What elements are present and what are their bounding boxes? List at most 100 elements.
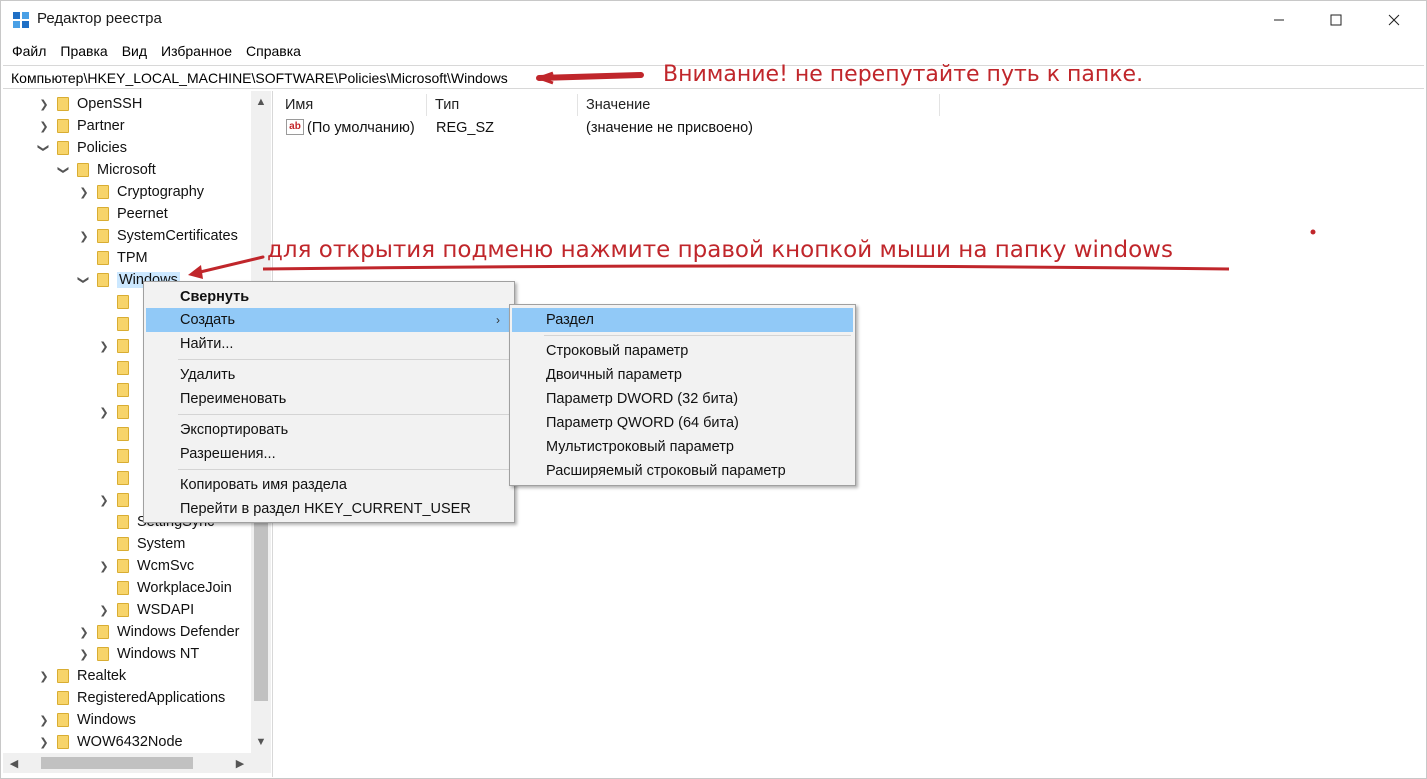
chevron-right-icon[interactable]: ❯ xyxy=(77,185,91,199)
tree-item-hidden[interactable]: ❯ xyxy=(97,335,137,357)
submenu-dword-value[interactable]: Параметр DWORD (32 бита) xyxy=(512,387,853,411)
chevron-right-icon[interactable]: ❯ xyxy=(97,603,111,617)
tree-item-wcmsvc[interactable]: ❯ WcmSvc xyxy=(97,555,194,577)
ctx-delete[interactable]: Удалить xyxy=(146,363,512,387)
submenu-expandable-string-value[interactable]: Расширяемый строковый параметр xyxy=(512,459,853,483)
tree-item-windows-nt[interactable]: ❯ Windows NT xyxy=(77,643,199,665)
column-header-type[interactable]: Тип xyxy=(427,94,578,116)
submenu-string-value[interactable]: Строковый параметр xyxy=(512,339,853,363)
close-button[interactable] xyxy=(1369,1,1419,39)
chevron-right-icon[interactable]: ❯ xyxy=(37,669,51,683)
chevron-right-icon[interactable]: ❯ xyxy=(97,493,111,507)
ctx-copy-key-name[interactable]: Копировать имя раздела xyxy=(146,473,512,497)
tree-item-hidden[interactable] xyxy=(97,313,137,335)
tree-item-partner[interactable]: ❯ Partner xyxy=(37,115,124,137)
minimize-button[interactable] xyxy=(1254,1,1304,39)
tree-connector xyxy=(97,295,111,309)
folder-icon xyxy=(117,559,129,573)
registry-editor-window: Редактор реестра Файл Правка Вид Избранн… xyxy=(0,0,1427,779)
chevron-right-icon[interactable]: ❯ xyxy=(77,625,91,639)
registry-editor-icon xyxy=(13,12,29,28)
tree-item-hidden[interactable] xyxy=(97,357,137,379)
tree-item-label: Realtek xyxy=(77,668,127,684)
tree-item-workplacejoin[interactable]: WorkplaceJoin xyxy=(97,577,232,599)
chevron-down-icon[interactable]: ❯ xyxy=(57,163,71,177)
menu-favorites[interactable]: Избранное xyxy=(154,41,239,63)
scroll-left-icon[interactable]: ◀ xyxy=(5,755,23,771)
chevron-down-icon[interactable]: ❯ xyxy=(37,141,51,155)
tree-item-system[interactable]: System xyxy=(97,533,185,555)
value-name[interactable]: (По умолчанию) xyxy=(307,120,415,136)
chevron-right-icon[interactable]: ❯ xyxy=(37,97,51,111)
ctx-goto-hkcu[interactable]: Перейти в раздел HKEY_CURRENT_USER xyxy=(146,497,512,521)
submenu-qword-value[interactable]: Параметр QWORD (64 бита) xyxy=(512,411,853,435)
folder-icon xyxy=(77,163,89,177)
chevron-right-icon[interactable]: ❯ xyxy=(37,119,51,133)
chevron-right-icon[interactable]: ❯ xyxy=(77,229,91,243)
scroll-up-icon[interactable]: ▲ xyxy=(252,94,270,110)
tree-hscroll-thumb[interactable] xyxy=(41,757,193,769)
ctx-rename[interactable]: Переименовать xyxy=(146,387,512,411)
menu-edit[interactable]: Правка xyxy=(53,41,114,63)
tree-item-openssh[interactable]: ❯ OpenSSH xyxy=(37,93,142,115)
tree-item-label: Peernet xyxy=(117,206,168,222)
minimize-icon xyxy=(1274,19,1284,21)
menu-file[interactable]: Файл xyxy=(5,41,53,63)
menu-separator xyxy=(178,469,510,470)
ctx-create[interactable]: Создать › xyxy=(146,308,512,332)
maximize-button[interactable] xyxy=(1311,1,1361,39)
column-header-name[interactable]: Имя xyxy=(277,94,427,116)
tree-item-hidden[interactable] xyxy=(97,423,137,445)
chevron-right-icon[interactable]: ❯ xyxy=(97,339,111,353)
tree-item-label: WSDAPI xyxy=(137,602,195,618)
folder-icon xyxy=(97,185,109,199)
folder-icon xyxy=(97,273,109,287)
tree-item-hidden[interactable]: ❯ xyxy=(97,401,137,423)
chevron-right-icon: › xyxy=(496,313,500,327)
chevron-right-icon[interactable]: ❯ xyxy=(37,713,51,727)
tree-item-wow6432node[interactable]: ❯ WOW6432Node xyxy=(37,731,182,753)
chevron-right-icon[interactable]: ❯ xyxy=(77,647,91,661)
chevron-right-icon[interactable]: ❯ xyxy=(97,559,111,573)
folder-icon xyxy=(117,471,129,485)
address-path[interactable]: Компьютер\HKEY_LOCAL_MACHINE\SOFTWARE\Po… xyxy=(11,70,508,86)
tree-item-hidden[interactable] xyxy=(97,291,137,313)
submenu-binary-value[interactable]: Двоичный параметр xyxy=(512,363,853,387)
tree-item-realtek[interactable]: ❯ Realtek xyxy=(37,665,126,687)
tree-item-hidden[interactable] xyxy=(97,445,137,467)
scroll-right-icon[interactable]: ▶ xyxy=(231,755,249,771)
column-header-value[interactable]: Значение xyxy=(578,94,940,116)
tree-item-tpm[interactable]: TPM xyxy=(77,247,148,269)
tree-item-microsoft[interactable]: ❯ Microsoft xyxy=(57,159,156,181)
folder-icon xyxy=(117,515,129,529)
tree-item-wsdapi[interactable]: ❯ WSDAPI xyxy=(97,599,194,621)
ctx-find[interactable]: Найти... xyxy=(146,332,512,356)
submenu-key[interactable]: Раздел xyxy=(512,308,853,332)
tree-item-label: Policies xyxy=(77,140,127,156)
tree-item-policies[interactable]: ❯ Policies xyxy=(37,137,127,159)
tree-item-hidden[interactable] xyxy=(97,379,137,401)
menu-help[interactable]: Справка xyxy=(239,41,308,63)
tree-item-systemcertificates[interactable]: ❯ SystemCertificates xyxy=(77,225,237,247)
menu-view[interactable]: Вид xyxy=(115,41,154,63)
tree-item-hidden[interactable] xyxy=(97,467,137,489)
chevron-down-icon[interactable]: ❯ xyxy=(77,273,91,287)
tree-item-hidden[interactable]: ❯ xyxy=(97,489,137,511)
tree-connector xyxy=(77,251,91,265)
chevron-right-icon[interactable]: ❯ xyxy=(97,405,111,419)
tree-item-peernet[interactable]: Peernet xyxy=(77,203,168,225)
tree-item-label: Cryptography xyxy=(117,184,205,200)
tree-item-cryptography[interactable]: ❯ Cryptography xyxy=(77,181,204,203)
folder-icon xyxy=(57,141,69,155)
ctx-permissions[interactable]: Разрешения... xyxy=(146,442,512,466)
ctx-collapse[interactable]: Свернуть xyxy=(146,285,512,309)
tree-item-windows-root[interactable]: ❯ Windows xyxy=(37,709,135,731)
folder-icon xyxy=(117,295,129,309)
ctx-export[interactable]: Экспортировать xyxy=(146,418,512,442)
chevron-right-icon[interactable]: ❯ xyxy=(37,735,51,749)
tree-item-windows-defender[interactable]: ❯ Windows Defender xyxy=(77,621,239,643)
tree-item-registeredapplications[interactable]: RegisteredApplications xyxy=(37,687,225,709)
submenu-multistring-value[interactable]: Мультистроковый параметр xyxy=(512,435,853,459)
scroll-down-icon[interactable]: ▼ xyxy=(252,734,270,750)
annotation-right-click-hint: для открытия подменю нажмите правой кноп… xyxy=(267,237,1173,263)
